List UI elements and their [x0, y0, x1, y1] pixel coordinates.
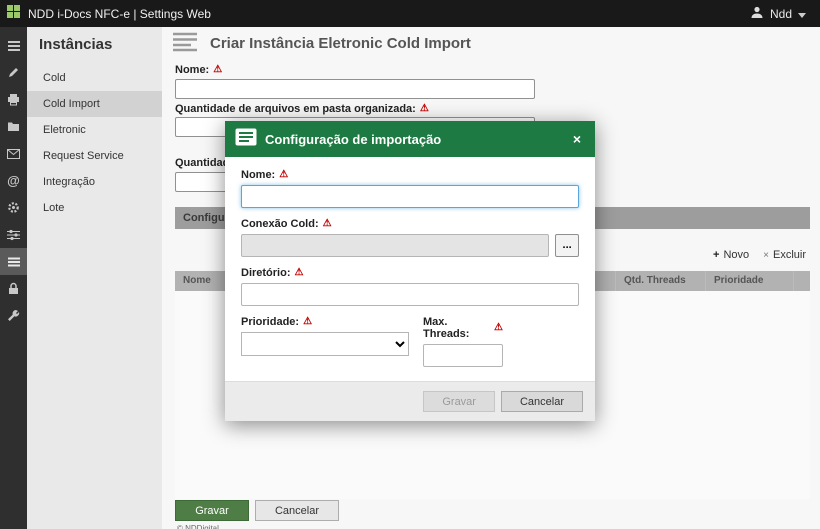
warning-icon: ⚠ — [279, 170, 288, 180]
warning-icon: ⚠ — [295, 268, 304, 278]
plus-icon: + — [713, 249, 719, 261]
dialog-gravar-button[interactable]: Gravar — [423, 391, 495, 412]
gravar-button[interactable]: Gravar — [175, 500, 249, 521]
browse-button[interactable]: ... — [555, 234, 579, 257]
copyright-note: © NDDigital — [177, 524, 219, 529]
dialog-conexao-label: Conexão Cold:⚠ — [241, 218, 579, 230]
dialog-footer: Gravar Cancelar — [225, 381, 595, 421]
dialog-diretorio-input[interactable] — [241, 283, 579, 306]
dialog-nome-input[interactable] — [241, 185, 579, 208]
warning-icon: ⚠ — [213, 65, 222, 75]
chevron-down-icon — [798, 7, 806, 21]
qtd-arquivos-label: Quantidade de arquivos em pasta organiza… — [175, 103, 429, 115]
dialog-title: Configuração de importação — [265, 132, 561, 147]
dialog-stack-icon — [235, 128, 257, 151]
excluir-button[interactable]: × Excluir — [763, 249, 806, 261]
warning-icon: ⚠ — [494, 323, 503, 333]
warning-icon: ⚠ — [303, 317, 312, 327]
folder-icon[interactable] — [0, 113, 27, 140]
sidebar-item-integracao[interactable]: Integração — [27, 169, 162, 195]
sidebar-item-cold-import[interactable]: Cold Import — [27, 91, 162, 117]
top-bar: NDD i-Docs NFC-e | Settings Web Ndd — [0, 0, 820, 27]
dialog-header: Configuração de importação × — [225, 121, 595, 157]
import-config-dialog: Configuração de importação × Nome:⚠ Cone… — [225, 121, 595, 421]
nome-label: Nome:⚠ — [175, 64, 222, 76]
user-name: Ndd — [770, 7, 792, 21]
sidebar-item-request-service[interactable]: Request Service — [27, 143, 162, 169]
app-logo-icon — [7, 5, 20, 23]
page-title: Criar Instância Eletronic Cold Import — [210, 35, 471, 52]
envelope-icon[interactable] — [0, 140, 27, 167]
sidebar-item-eletronic[interactable]: Eletronic — [27, 117, 162, 143]
at-sign-icon[interactable]: @ — [0, 167, 27, 194]
pen-icon[interactable] — [0, 59, 27, 86]
sliders-icon[interactable] — [0, 221, 27, 248]
printer-icon[interactable] — [0, 86, 27, 113]
dialog-body: Nome:⚠ Conexão Cold:⚠ ... Diretório:⚠ — [225, 157, 595, 381]
lock-icon[interactable] — [0, 275, 27, 302]
grid-header-actions — [794, 271, 810, 291]
page-title-row: Criar Instância Eletronic Cold Import — [170, 30, 471, 57]
dialog-max-threads-input[interactable] — [423, 344, 503, 367]
dialog-cancelar-button[interactable]: Cancelar — [501, 391, 583, 412]
sidebar: Instâncias Cold Cold Import Eletronic Re… — [27, 27, 162, 529]
grid-toolbar: + Novo × Excluir — [713, 249, 806, 261]
user-icon — [750, 5, 764, 22]
page-title-stack-icon — [170, 30, 200, 57]
grid-header-prioridade: Prioridade — [706, 271, 794, 291]
x-icon: × — [763, 250, 769, 261]
user-menu[interactable]: Ndd — [750, 5, 820, 22]
wrench-icon[interactable] — [0, 302, 27, 329]
grid-header-qtd-threads: Qtd. Threads — [616, 271, 706, 291]
menu-icon[interactable] — [0, 32, 27, 59]
app-window: NDD i-Docs NFC-e | Settings Web Ndd @ In… — [0, 0, 820, 529]
dialog-max-threads-label: Max. Threads:⚠ — [423, 316, 503, 340]
novo-button[interactable]: + Novo — [713, 249, 749, 261]
sidebar-header: Instâncias — [27, 27, 162, 65]
sidebar-item-cold[interactable]: Cold — [27, 65, 162, 91]
dialog-prioridade-select[interactable] — [241, 332, 409, 356]
app-title: NDD i-Docs NFC-e | Settings Web — [28, 7, 211, 21]
dialog-prioridade-label: Prioridade:⚠ — [241, 316, 409, 328]
gear-icon[interactable] — [0, 194, 27, 221]
warning-icon: ⚠ — [420, 104, 429, 114]
dialog-conexao-input[interactable] — [241, 234, 549, 257]
nome-input[interactable] — [175, 79, 535, 99]
icon-strip: @ — [0, 27, 27, 529]
sidebar-item-lote[interactable]: Lote — [27, 195, 162, 221]
instances-stack-icon[interactable] — [0, 248, 27, 275]
dialog-nome-label: Nome:⚠ — [241, 169, 579, 181]
cancelar-button[interactable]: Cancelar — [255, 500, 339, 521]
close-icon[interactable]: × — [569, 131, 585, 147]
dialog-diretorio-label: Diretório:⚠ — [241, 267, 579, 279]
top-bar-left: NDD i-Docs NFC-e | Settings Web — [0, 5, 211, 23]
warning-icon: ⚠ — [323, 219, 332, 229]
